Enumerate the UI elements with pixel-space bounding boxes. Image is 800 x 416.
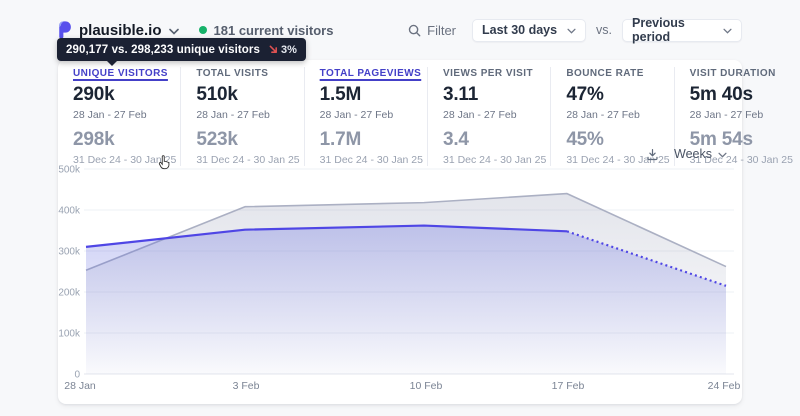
metric-period: 28 Jan - 27 Feb	[196, 109, 270, 121]
tooltip-caret	[106, 60, 118, 66]
vs-label: vs.	[596, 23, 612, 37]
metric-column-2[interactable]: TOTAL PAGEVIEWS 1.5M 28 Jan - 27 Feb 1.7…	[303, 67, 427, 166]
svg-text:10 Feb: 10 Feb	[410, 380, 443, 392]
metric-prev-value: 298k	[73, 129, 115, 150]
metric-value: 3.11	[442, 84, 479, 105]
metric-period: 28 Jan - 27 Feb	[442, 109, 517, 121]
current-visitors-label: 181 current visitors	[213, 22, 334, 38]
interval-value: Weeks	[674, 147, 712, 161]
site-switcher[interactable]: plausible.io	[57, 21, 179, 39]
metric-value: 290k	[73, 84, 115, 105]
tooltip-change: 3%	[269, 44, 297, 56]
plausible-logo-icon	[57, 21, 72, 39]
metric-value: 47%	[566, 84, 604, 105]
tooltip-change-value: 3%	[281, 43, 297, 56]
svg-text:3 Feb: 3 Feb	[233, 380, 260, 392]
metric-column-3[interactable]: VIEWS PER VISIT 3.11 28 Jan - 27 Feb 3.4…	[426, 67, 550, 166]
chevron-down-icon	[168, 28, 179, 35]
metric-value: 5m 40s	[689, 84, 753, 105]
metric-period: 28 Jan - 27 Feb	[73, 109, 147, 121]
current-visitors[interactable]: 181 current visitors	[198, 22, 334, 38]
chevron-down-icon	[723, 23, 732, 37]
svg-text:24 Feb: 24 Feb	[708, 380, 741, 392]
search-icon	[408, 24, 421, 37]
svg-text:200k: 200k	[58, 288, 81, 299]
comparison-select[interactable]: Previous period	[622, 16, 742, 44]
svg-text:100k: 100k	[58, 329, 81, 340]
site-name: plausible.io	[79, 21, 162, 39]
metric-value: 1.5M	[319, 84, 362, 105]
tooltip-text: 290,177 vs. 298,233 unique visitors	[66, 43, 261, 56]
metric-period: 28 Jan - 27 Feb	[689, 109, 764, 121]
metric-label: BOUNCE RATE	[566, 68, 644, 79]
interval-select[interactable]: Weeks	[674, 147, 727, 161]
analytics-card: UNIQUE VISITORS 290k 28 Jan - 27 Feb 298…	[58, 60, 793, 404]
metric-prev-value: 3.4	[442, 129, 469, 150]
metric-label: UNIQUE VISITORS	[73, 68, 168, 79]
metric-tooltip: 290,177 vs. 298,233 unique visitors 3%	[57, 38, 306, 66]
comparison-value: Previous period	[632, 16, 685, 44]
filter-button[interactable]: Filter	[408, 23, 456, 38]
metric-prev-value: 1.7M	[319, 129, 362, 150]
metric-prev-value: 523k	[196, 129, 238, 150]
svg-text:17 Feb: 17 Feb	[552, 380, 585, 392]
chevron-down-icon	[567, 23, 576, 37]
metric-period: 28 Jan - 27 Feb	[319, 109, 394, 121]
date-range-value: Last 30 days	[482, 23, 558, 37]
chevron-down-icon	[718, 147, 727, 161]
arrow-down-right-icon	[269, 45, 278, 54]
svg-text:400k: 400k	[58, 206, 81, 217]
filter-label: Filter	[427, 22, 457, 38]
live-dot-icon	[198, 26, 207, 34]
svg-text:0: 0	[74, 370, 80, 381]
date-range-select[interactable]: Last 30 days	[472, 18, 587, 42]
download-button[interactable]	[646, 148, 659, 161]
metric-label: TOTAL VISITS	[196, 68, 269, 79]
svg-text:300k: 300k	[58, 247, 81, 258]
metric-value: 510k	[196, 84, 238, 105]
metric-period: 28 Jan - 27 Feb	[566, 109, 640, 121]
visitors-chart[interactable]: 0 100k 200k 300k 400k 500k 28 Jan 3 Feb 10 Feb 17…	[58, 160, 742, 398]
svg-text:500k: 500k	[58, 165, 81, 176]
metric-label: VIEWS PER VISIT	[442, 68, 534, 79]
metrics-row: UNIQUE VISITORS 290k 28 Jan - 27 Feb 298…	[58, 67, 793, 166]
metric-label: VISIT DURATION	[689, 68, 776, 79]
metric-label: TOTAL PAGEVIEWS	[319, 68, 422, 79]
metric-column-0[interactable]: UNIQUE VISITORS 290k 28 Jan - 27 Feb 298…	[58, 67, 180, 166]
svg-text:28 Jan: 28 Jan	[64, 380, 96, 392]
metric-column-1[interactable]: TOTAL VISITS 510k 28 Jan - 27 Feb 523k 3…	[180, 67, 303, 166]
